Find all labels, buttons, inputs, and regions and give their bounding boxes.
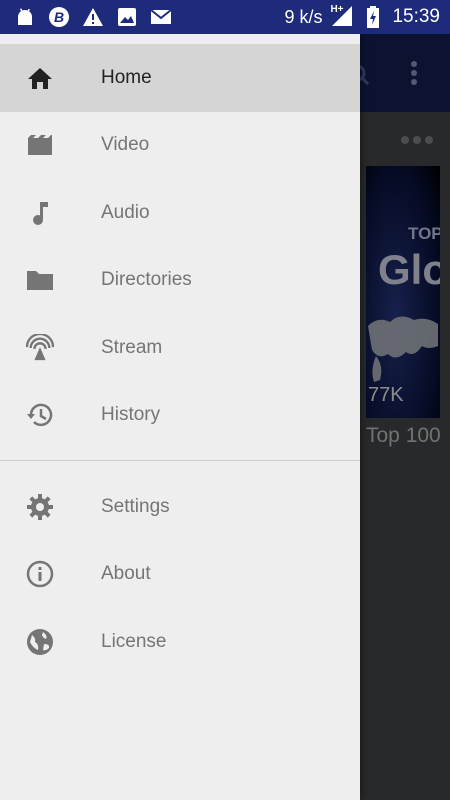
folder-icon bbox=[26, 266, 54, 294]
nav-label-video: Video bbox=[101, 134, 150, 156]
b-badge-icon: B bbox=[48, 6, 70, 28]
android-icon bbox=[14, 6, 36, 28]
network-speed: 9 k/s bbox=[284, 6, 323, 27]
warning-icon bbox=[82, 6, 104, 28]
status-bar: B 9 k/s H+ 15:39 bbox=[0, 0, 450, 34]
battery-charging-icon bbox=[362, 6, 384, 28]
drawer-top-spacer bbox=[0, 34, 360, 44]
music-note-icon bbox=[26, 199, 54, 227]
nav-label-directories: Directories bbox=[101, 269, 192, 291]
svg-text:B: B bbox=[54, 9, 64, 25]
nav-item-directories[interactable]: Directories bbox=[0, 247, 360, 315]
nav-label-audio: Audio bbox=[101, 201, 150, 223]
nav-item-settings[interactable]: Settings bbox=[0, 473, 360, 541]
history-icon bbox=[26, 401, 54, 429]
nav-label-stream: Stream bbox=[101, 336, 163, 358]
network-type: H+ bbox=[330, 4, 344, 15]
nav-item-stream[interactable]: Stream bbox=[0, 314, 360, 382]
drawer-divider bbox=[0, 460, 360, 461]
gear-icon bbox=[26, 493, 54, 521]
clock: 15:39 bbox=[392, 6, 440, 27]
nav-label-home: Home bbox=[101, 66, 152, 88]
video-icon bbox=[26, 131, 54, 159]
navigation-drawer: Home Video Audio Directories Stream Hist… bbox=[0, 34, 360, 800]
image-icon bbox=[116, 6, 138, 28]
info-icon bbox=[26, 560, 54, 588]
nav-item-about[interactable]: About bbox=[0, 541, 360, 609]
nav-item-audio[interactable]: Audio bbox=[0, 179, 360, 247]
nav-label-history: History bbox=[101, 404, 161, 426]
nav-label-license: License bbox=[101, 630, 167, 652]
mail-icon bbox=[150, 6, 172, 28]
globe-icon bbox=[26, 628, 54, 656]
nav-label-settings: Settings bbox=[101, 495, 170, 517]
nav-item-history[interactable]: History bbox=[0, 382, 360, 450]
signal-icon: H+ bbox=[330, 4, 354, 28]
nav-item-video[interactable]: Video bbox=[0, 112, 360, 180]
nav-label-about: About bbox=[101, 563, 151, 585]
stream-icon bbox=[26, 333, 54, 362]
home-icon bbox=[26, 64, 54, 92]
nav-item-home[interactable]: Home bbox=[0, 44, 360, 112]
nav-item-license[interactable]: License bbox=[0, 608, 360, 676]
